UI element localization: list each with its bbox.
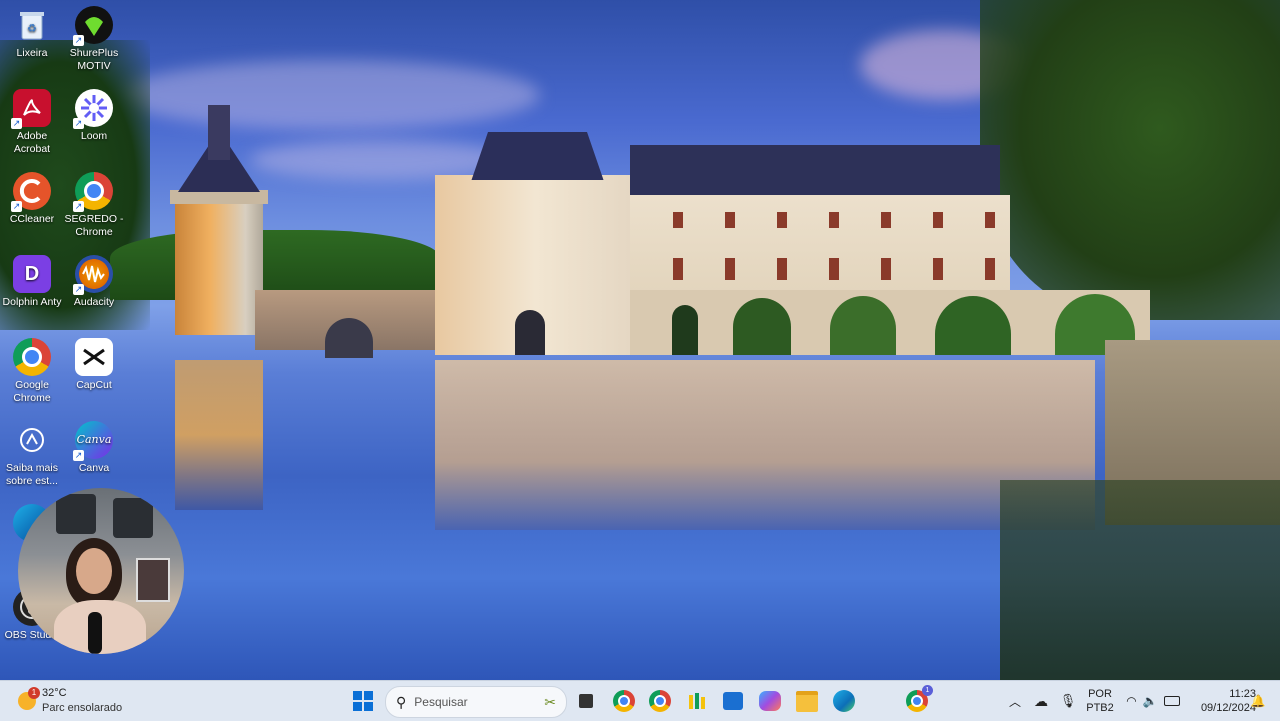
desktop-icon-saiba-mais[interactable]: Saiba mais sobre est...	[0, 421, 64, 487]
adobe-acrobat-icon: ↗	[11, 89, 51, 129]
desktop-icon-canva[interactable]: Canva ↗ Canva	[62, 421, 126, 475]
start-button[interactable]	[347, 685, 379, 717]
chrome-profile-icon	[613, 690, 635, 712]
taskbar-app-copilot[interactable]	[754, 685, 786, 717]
desktop-icon-adobe-acrobat[interactable]: ↗ Adobe Acrobat	[0, 89, 64, 155]
clock-button[interactable]: 11:23 09/12/2024	[1186, 681, 1256, 721]
taskbar-app-task-view[interactable]	[570, 685, 602, 717]
bell-icon: 🔔	[1250, 694, 1266, 708]
desktop-icon-audacity[interactable]: ↗ Audacity	[62, 255, 126, 309]
edge-icon	[833, 690, 855, 712]
keyboard-layout: PTB2	[1086, 702, 1114, 714]
chevron-up-icon: ︿	[1008, 694, 1021, 709]
chrome-icon: 1	[906, 685, 933, 712]
show-hidden-icons-button[interactable]: ︿	[1006, 681, 1024, 721]
shureplus-icon: ↗	[73, 6, 113, 46]
taskbar-app-microsoft-store[interactable]	[717, 685, 749, 717]
ccleaner-icon: ↗	[11, 172, 51, 212]
taskbar-app-file-explorer[interactable]	[791, 685, 823, 717]
search-placeholder: Pesquisar	[414, 695, 468, 709]
notification-badge: 1	[922, 685, 933, 696]
notifications-button[interactable]: 🔔	[1250, 681, 1266, 721]
volume-icon: 🔈	[1142, 694, 1158, 708]
recycle-bin-icon: ♻	[13, 6, 51, 44]
taskbar-app-google-chrome[interactable]	[644, 685, 676, 717]
loom-icon: ↗	[73, 89, 113, 129]
microphone-tray-button[interactable]: 🎙	[1058, 681, 1078, 721]
desktop-icon-lixeira[interactable]: ♻ Lixeira	[0, 6, 64, 60]
store-icon	[723, 692, 743, 710]
desktop-wallpaper	[0, 0, 1280, 680]
svg-text:♻: ♻	[27, 23, 37, 35]
taskbar-app-chrome-profile[interactable]	[608, 685, 640, 717]
webcam-overlay	[18, 488, 184, 654]
desktop-icon-segredo-chrome[interactable]: ↗ SEGREDO - Chrome	[62, 172, 126, 238]
capcut-icon	[75, 338, 113, 376]
language-code: POR	[1088, 688, 1112, 700]
spotlight-info-icon	[13, 421, 51, 459]
search-highlight-icon: ✂	[544, 693, 556, 710]
clock-date: 09/12/2024	[1200, 702, 1256, 714]
task-view-icon	[579, 694, 593, 708]
onedrive-tray-button[interactable]: ☁	[1030, 681, 1052, 721]
windows-icon	[353, 691, 373, 711]
desktop-icon-dolphin-anty[interactable]: D Dolphin Anty	[0, 255, 64, 309]
folder-icon	[796, 690, 818, 712]
desktop-icon-google-chrome[interactable]: Google Chrome	[0, 338, 64, 404]
search-icon: ⚲	[396, 693, 407, 710]
search-box[interactable]: ⚲ Pesquisar ✂	[385, 686, 567, 718]
chrome-icon	[13, 338, 51, 376]
cloud-off-icon: ☁	[1034, 692, 1048, 709]
quick-settings-button[interactable]: ◠ 🔈	[1122, 681, 1184, 721]
audacity-icon: ↗	[73, 255, 113, 295]
desktop-icon-loom[interactable]: ↗ Loom	[62, 89, 126, 143]
canva-icon: Canva ↗	[73, 421, 113, 461]
taskbar-app-chrome-badge[interactable]: 1	[901, 685, 933, 717]
desktop-icon-capcut[interactable]: CapCut	[62, 338, 126, 392]
desktop-icon-shureplus[interactable]: ↗ ShurePlus MOTIV	[62, 6, 126, 72]
weather-widget[interactable]: 1 32°C Parc ensolarado	[14, 685, 124, 717]
weather-desc: Parc ensolarado	[42, 702, 123, 714]
taskbar-app-generic[interactable]	[681, 685, 713, 717]
dolphin-anty-icon: D	[13, 255, 51, 293]
chrome-profile-icon: ↗	[73, 172, 113, 212]
battery-icon	[1163, 696, 1180, 706]
chrome-icon	[649, 690, 671, 712]
input-language-button[interactable]: POR PTB2	[1082, 681, 1118, 721]
wifi-icon: ◠	[1126, 694, 1137, 708]
microphone-icon: 🎙	[1059, 693, 1077, 708]
taskbar-app-edge[interactable]	[828, 685, 860, 717]
weather-badge: 1	[28, 687, 40, 699]
weather-temp: 32°C	[42, 687, 67, 699]
taskbar: 1 32°C Parc ensolarado ⚲ Pesquisar ✂ 1 ︿…	[0, 680, 1280, 721]
desktop-icon-ccleaner[interactable]: ↗ CCleaner	[0, 172, 64, 226]
copilot-icon	[759, 691, 781, 711]
bars-app-icon	[689, 693, 705, 709]
